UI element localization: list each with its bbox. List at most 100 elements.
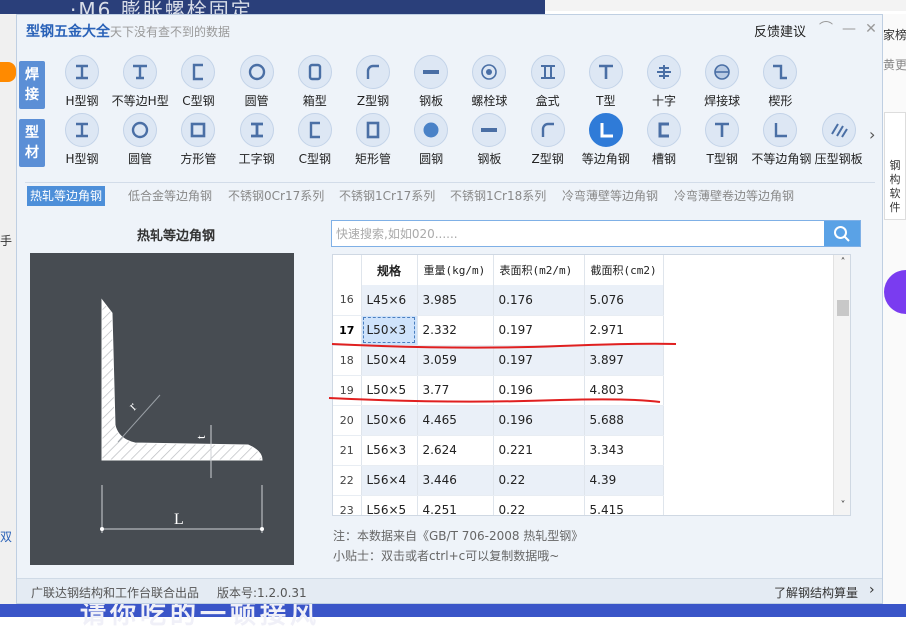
tool-z-section[interactable]: Z型钢 (344, 55, 402, 113)
cell-surface[interactable]: 0.197 (493, 315, 585, 346)
cell-spec[interactable]: L56×5 (361, 495, 418, 515)
cell-weight[interactable]: 3.985 (417, 285, 494, 316)
tool-deck-plate[interactable]: 压型钢板 (810, 113, 868, 171)
search-button[interactable] (824, 221, 860, 246)
subtab-2[interactable]: 不锈钢0Cr17系列 (225, 186, 327, 206)
tool-round-tube[interactable]: 圆管 (228, 55, 286, 113)
cell-surface[interactable]: 0.196 (493, 375, 585, 406)
chevron-right-icon[interactable]: › (869, 582, 875, 598)
tool-label: 盒式 (535, 94, 560, 108)
table-row[interactable]: 23 L56×5 4.251 0.22 5.415 (333, 495, 664, 515)
cell-section[interactable]: 5.076 (584, 285, 664, 316)
close-button[interactable]: ✕ (862, 20, 880, 38)
tool-t-section[interactable]: T型 (577, 55, 635, 113)
table-row[interactable]: 20 L50×6 4.465 0.196 5.688 (333, 405, 664, 436)
cell-spec[interactable]: L50×3 (361, 315, 418, 346)
tool-round-tube[interactable]: 圆管 (111, 113, 169, 171)
cell-section[interactable]: 3.343 (584, 435, 664, 466)
tool-box[interactable]: 箱型 (286, 55, 344, 113)
cell-weight[interactable]: 4.251 (417, 495, 494, 515)
cell-surface[interactable]: 0.22 (493, 495, 585, 515)
tool-c-channel[interactable]: C型钢 (169, 55, 227, 113)
tool-plate[interactable]: 钢板 (460, 113, 518, 171)
cell-section[interactable]: 4.803 (584, 375, 664, 406)
tool-t-section[interactable]: T型钢 (693, 113, 751, 171)
subtab-6[interactable]: 冷弯薄壁卷边等边角钢 (671, 186, 797, 206)
tool-rect-tube[interactable]: 矩形管 (344, 113, 402, 171)
surface-header[interactable]: 表面积(m2/m) (493, 255, 585, 285)
tool-welded-ball[interactable]: 焊接球 (693, 55, 751, 113)
section-header[interactable]: 截面积(cm2) (584, 255, 664, 285)
cell-surface[interactable]: 0.196 (493, 405, 585, 436)
cell-section[interactable]: 4.39 (584, 465, 664, 496)
minimize-button[interactable]: — (840, 20, 858, 38)
pin-button[interactable]: ⌒ (817, 20, 835, 38)
cell-weight[interactable]: 2.332 (417, 315, 494, 346)
cell-spec[interactable]: L56×4 (361, 465, 418, 496)
tool-z-section[interactable]: Z型钢 (519, 113, 577, 171)
table-row[interactable]: 22 L56×4 3.446 0.22 4.39 (333, 465, 664, 496)
tool-wedge[interactable]: 楔形 (751, 55, 809, 113)
subtab-0[interactable]: 热轧等边角钢 (27, 186, 106, 206)
subtab-1[interactable]: 低合金等边角钢 (125, 186, 215, 206)
tool-label: Z型钢 (356, 94, 390, 108)
weld-category-tab[interactable]: 焊接 (19, 61, 45, 109)
table-row[interactable]: 16 L45×6 3.985 0.176 5.076 (333, 285, 664, 316)
tool-bolt-ball[interactable]: 螺栓球 (460, 55, 518, 113)
scroll-thumb[interactable] (837, 300, 849, 316)
table-row[interactable]: 21 L56×3 2.624 0.221 3.343 (333, 435, 664, 466)
cell-spec[interactable]: L56×3 (361, 435, 418, 466)
tool-unequal-h[interactable]: 不等边H型 (111, 55, 169, 113)
table-row[interactable]: 17 L50×3 2.332 0.197 2.971 (333, 315, 664, 346)
subtab-5[interactable]: 冷弯薄壁等边角钢 (559, 186, 661, 206)
tool-cross[interactable]: 十字 (635, 55, 693, 113)
cell-weight[interactable]: 2.624 (417, 435, 494, 466)
tool-h-beam[interactable]: H型钢 (53, 55, 111, 113)
cell-weight[interactable]: 4.465 (417, 405, 494, 436)
cell-spec[interactable]: L50×6 (361, 405, 418, 436)
cell-section[interactable]: 5.688 (584, 405, 664, 436)
tool-h-beam[interactable]: H型钢 (53, 113, 111, 171)
cell-surface[interactable]: 0.176 (493, 285, 585, 316)
cell-section[interactable]: 5.415 (584, 495, 664, 515)
cell-section[interactable]: 2.971 (584, 315, 664, 346)
spec-header[interactable]: 规格 (361, 255, 418, 285)
spec-table-container: 规格 重量(kg/m) 表面积(m2/m) 截面积(cm2) 16 L45×6 3.… (332, 254, 851, 516)
cell-surface[interactable]: 0.221 (493, 435, 585, 466)
scroll-down-arrow[interactable]: ˅ (834, 500, 850, 511)
tool-unequal-angle[interactable]: 不等边角钢 (751, 113, 811, 171)
cell-spec[interactable]: L50×4 (361, 345, 418, 376)
next-page-arrow[interactable]: › (869, 125, 875, 144)
scroll-up-arrow[interactable]: ˄ (834, 257, 850, 268)
table-row[interactable]: 19 L50×5 3.77 0.196 4.803 (333, 375, 664, 406)
subtab-3[interactable]: 不锈钢1Cr17系列 (336, 186, 438, 206)
length-dim-end-right (260, 527, 264, 531)
table-row[interactable]: 18 L50×4 3.059 0.197 3.897 (333, 345, 664, 376)
subtab-4[interactable]: 不锈钢1Cr18系列 (447, 186, 549, 206)
tool-plate[interactable]: 钢板 (402, 55, 460, 113)
spec-table: 规格 重量(kg/m) 表面积(m2/m) 截面积(cm2) 16 L45×6 3.… (333, 255, 664, 515)
cell-spec[interactable]: L45×6 (361, 285, 418, 316)
tool-square-tube[interactable]: 方形管 (169, 113, 227, 171)
cell-weight[interactable]: 3.059 (417, 345, 494, 376)
profile-category-tab[interactable]: 型材 (19, 119, 45, 167)
tool-label: 圆管 (244, 94, 269, 108)
table-scrollbar[interactable]: ˄ ˅ (833, 255, 850, 515)
tool-i-beam[interactable]: 工字钢 (228, 113, 286, 171)
weight-header[interactable]: 重量(kg/m) (417, 255, 494, 285)
search-input[interactable] (332, 221, 825, 246)
tool-channel[interactable]: 槽钢 (635, 113, 693, 171)
learn-more-link[interactable]: 了解钢结构算量 (774, 584, 858, 601)
cell-section[interactable]: 3.897 (584, 345, 664, 376)
feedback-link[interactable]: 反馈建议 (754, 21, 806, 40)
cell-weight[interactable]: 3.446 (417, 465, 494, 496)
cell-spec[interactable]: L50×5 (361, 375, 418, 406)
tool-equal-angle[interactable]: 等边角钢 (577, 113, 635, 171)
cell-surface[interactable]: 0.22 (493, 465, 585, 496)
tool-round-bar[interactable]: 圆钢 (402, 113, 460, 171)
tool-box-type[interactable]: 盒式 (519, 55, 577, 113)
cell-weight[interactable]: 3.77 (417, 375, 494, 406)
cell-surface[interactable]: 0.197 (493, 345, 585, 376)
subtype-tabs: 热轧等边角钢 低合金等边角钢 不锈钢0Cr17系列 不锈钢1Cr17系列 不锈钢1Cr1… (25, 182, 875, 206)
tool-c-channel[interactable]: C型钢 (286, 113, 344, 171)
